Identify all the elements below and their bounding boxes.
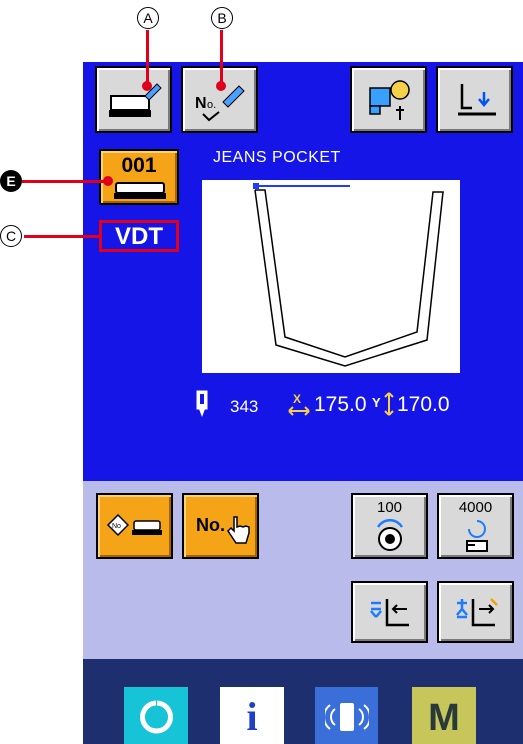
hand-pointer-icon [227,516,250,544]
callout-e: E [0,170,22,192]
step-back-button[interactable] [351,581,428,643]
pattern-edit-icon [109,83,162,117]
bobbin-counter-button[interactable]: 100 [351,493,428,559]
callout-b-line [220,30,223,85]
pattern-list-icon: No [106,513,162,537]
callout-c: C [0,225,22,247]
ready-key[interactable] [124,687,188,744]
info-key[interactable]: i [220,687,284,744]
number-select-label: No. [196,515,225,535]
callout-e-line [22,180,108,183]
x-size-value: 175.0 [314,393,367,416]
stitch-count: 343 [230,397,259,416]
ready-icon [140,700,173,734]
bobbin-counter-value: 100 [376,499,403,516]
info-icon: i [246,694,258,739]
vdt-label: VDT [99,220,179,252]
sewing-count-icon [466,520,488,552]
pattern-number: 001 [121,154,157,177]
svg-text:No: No [112,523,121,530]
mode-key-label: M [428,697,460,739]
callout-a-dot [142,81,152,91]
mode-key[interactable]: M [412,687,476,744]
pattern-name: JEANS POCKET [213,149,341,166]
pattern-list-button[interactable]: No [96,493,173,559]
presser-down-button[interactable] [436,66,513,133]
needle-icon [196,390,208,417]
svg-text:N: N [195,95,207,112]
step-back-icon [370,599,409,627]
number-select-button[interactable]: No. [182,493,259,559]
step-forward-icon [456,598,498,627]
winder-icon [369,80,410,120]
production-counter-button[interactable]: 4000 [437,493,514,559]
communication-icon [325,703,369,731]
y-axis-icon: Y [372,392,394,416]
callout-a: A [137,7,159,29]
communication-key[interactable] [315,687,378,744]
svg-text:Y: Y [372,395,381,410]
bobbin-icon [376,519,404,551]
svg-text:X: X [293,392,301,406]
pocket-stitch-drawing [253,183,444,367]
sewing-machine-icon [114,182,166,199]
production-counter-value: 4000 [458,499,493,516]
svg-text:o.: o. [207,99,216,111]
thread-winding-button[interactable] [350,66,427,133]
pattern-edit-button[interactable] [95,66,172,133]
callout-b-dot [216,81,226,91]
y-size-value: 170.0 [397,393,450,416]
callout-b: B [211,7,233,29]
callout-a-line [146,30,149,85]
callout-e-dot [103,176,113,186]
step-forward-button[interactable] [437,581,514,643]
x-axis-icon: X [288,392,310,416]
pattern-preview [202,180,460,373]
callout-c-line [24,235,100,238]
presser-foot-icon [458,84,496,116]
